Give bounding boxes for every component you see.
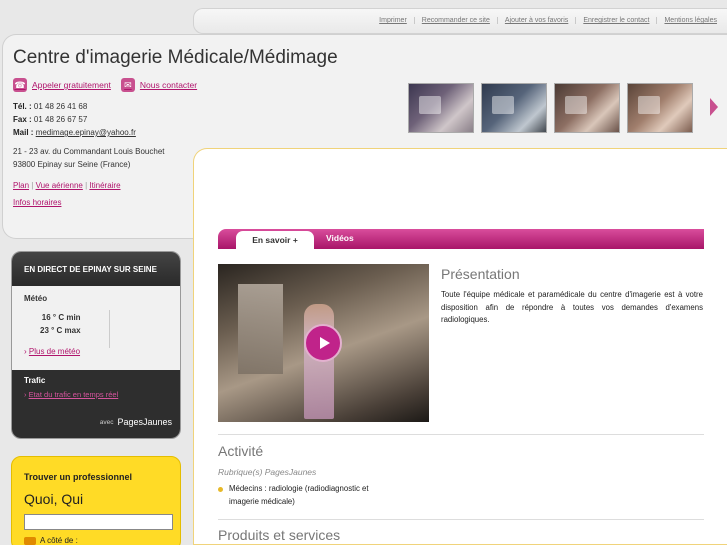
near-label: A côté de : <box>40 536 78 545</box>
near-label-row: A côté de : <box>24 536 78 545</box>
photo-thumbnail[interactable] <box>627 83 693 133</box>
live-widget-heading: EN DIRECT DE EPINAY SUR SEINE <box>12 252 180 286</box>
aerial-view-link[interactable]: Vue aérienne <box>36 181 83 190</box>
tab-bar: En savoir + Vidéos <box>218 229 704 249</box>
temp-min: 16 ° C min <box>41 313 81 322</box>
bullet-icon <box>218 487 223 492</box>
list-item: Médecins : radiologie (radiodiagnostic e… <box>218 483 399 508</box>
plan-link[interactable]: Plan <box>13 181 29 190</box>
mail-row: Mail : medimage.epinay@yahoo.fr <box>13 128 136 137</box>
save-contact-link[interactable]: Enregistrer le contact <box>575 17 656 24</box>
call-free-button[interactable]: ☎ Appeler gratuitement <box>13 78 111 92</box>
play-icon[interactable] <box>304 324 342 362</box>
photo-thumbnail[interactable] <box>481 83 547 133</box>
phone-row: Tél. : 01 48 26 41 68 <box>13 102 88 111</box>
divider <box>218 519 704 520</box>
video-player[interactable] <box>218 264 429 422</box>
search-widget-title: Trouver un professionnel <box>24 472 133 482</box>
more-weather-link[interactable]: › Plus de météo <box>24 347 80 356</box>
utility-bar: Imprimer Recommander ce site Ajouter à v… <box>193 8 727 34</box>
address: 21 - 23 av. du Commandant Louis Bouchet … <box>13 147 165 169</box>
temp-max: 23 ° C max <box>40 325 81 335</box>
activity-item: Médecins : radiologie (radiodiagnostic e… <box>229 484 369 506</box>
live-widget: EN DIRECT DE EPINAY SUR SEINE Météo 16 °… <box>11 251 181 439</box>
pagesjaunes-logo: PagesJaunes <box>117 417 172 427</box>
video-frame-equipment <box>238 284 283 374</box>
rubrique-label: Rubrique(s) PagesJaunes <box>218 467 317 477</box>
tab-en-savoir-plus[interactable]: En savoir + <box>236 231 314 249</box>
arrow-icon <box>24 536 36 545</box>
tab-videos[interactable]: Vidéos <box>326 233 354 243</box>
itinerary-link[interactable]: Itinéraire <box>89 181 120 190</box>
page-title: Centre d'imagerie Médicale/Médimage <box>13 47 338 68</box>
products-heading: Produits et services <box>218 527 341 543</box>
contact-details: Tél. : 01 48 26 41 68 Fax : 01 48 26 67 … <box>13 100 136 139</box>
fax-row: Fax : 01 48 26 67 57 <box>13 115 88 124</box>
provider-credit: avec PagesJaunes <box>99 417 172 427</box>
phone-number: 01 48 26 41 68 <box>33 102 88 111</box>
photo-thumbnail[interactable] <box>554 83 620 133</box>
traffic-box: Trafic › Etat du trafic en temps réel av… <box>12 370 180 438</box>
utility-links: Imprimer Recommander ce site Ajouter à v… <box>372 17 724 24</box>
divider <box>218 434 704 435</box>
contact-us-label: Nous contacter <box>139 80 198 90</box>
main-panel: En savoir + Vidéos Présentation Toute l'… <box>193 148 727 545</box>
presentation-text: Toute l'équipe médicale et paramédicale … <box>441 290 703 324</box>
opening-hours-link[interactable]: Infos horaires <box>13 198 61 207</box>
header-actions: ☎ Appeler gratuitement ✉ Nous contacter <box>13 78 197 92</box>
contact-us-button[interactable]: ✉ Nous contacter <box>120 78 198 92</box>
fax-number: 01 48 26 67 57 <box>33 115 88 124</box>
activity-heading: Activité <box>218 443 264 459</box>
weather-label: Météo <box>24 294 48 303</box>
recommend-link[interactable]: Recommander ce site <box>413 17 497 24</box>
presentation-heading: Présentation <box>441 266 520 282</box>
envelope-icon: ✉ <box>120 78 135 92</box>
carousel-next-icon[interactable] <box>710 98 718 116</box>
search-widget: Trouver un professionnel Quoi, Qui A côt… <box>11 456 181 545</box>
photo-carousel <box>408 83 693 133</box>
temperature-readout: 16 ° C min 23 ° C max <box>40 312 81 337</box>
map-links: Plan | Vue aérienne | Itinéraire <box>13 181 121 190</box>
phone-icon: ☎ <box>13 78 27 92</box>
email-link[interactable]: medimage.epinay@yahoo.fr <box>36 128 136 137</box>
what-who-input[interactable] <box>24 514 173 530</box>
traffic-link[interactable]: › Etat du trafic en temps réel <box>24 390 118 399</box>
call-free-label: Appeler gratuitement <box>32 80 111 90</box>
what-who-label: Quoi, Qui <box>24 491 84 507</box>
traffic-label: Trafic <box>24 376 46 385</box>
legal-link[interactable]: Mentions légales <box>656 17 724 24</box>
divider <box>109 310 110 348</box>
print-link[interactable]: Imprimer <box>372 17 414 24</box>
favorites-link[interactable]: Ajouter à vos favoris <box>496 17 575 24</box>
photo-thumbnail[interactable] <box>408 83 474 133</box>
